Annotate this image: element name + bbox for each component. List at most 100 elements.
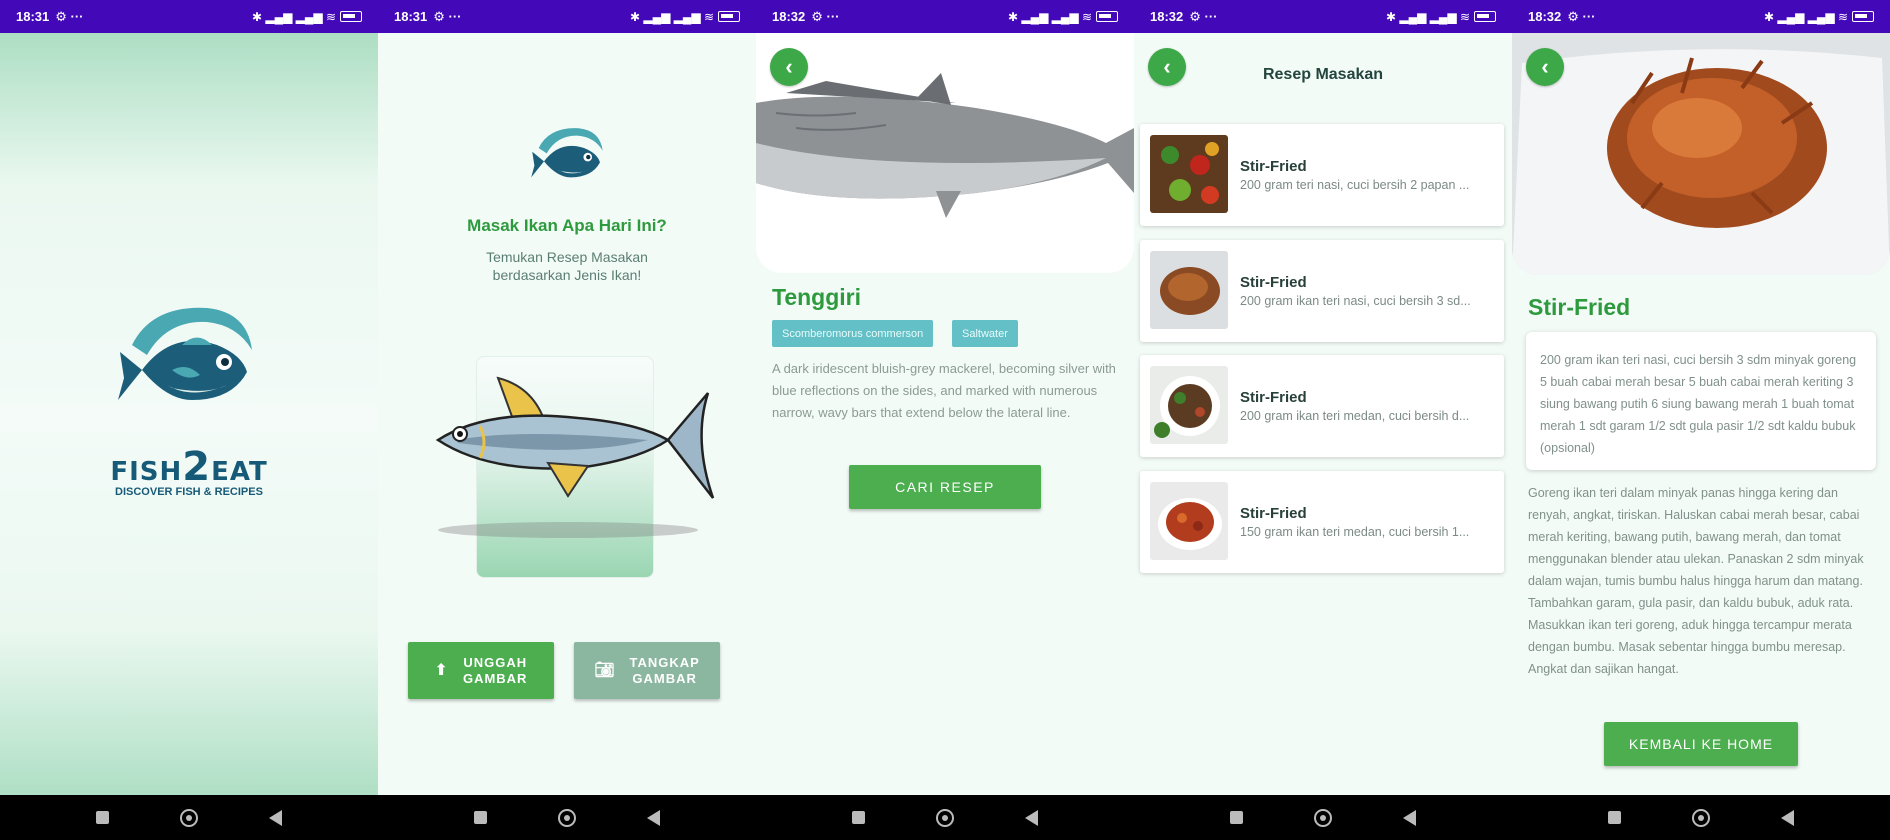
search-recipe-button[interactable]: CARI RESEP — [849, 465, 1041, 509]
status-time: 18:32 — [1528, 9, 1562, 24]
fish2eat-logo-icon — [118, 307, 252, 400]
home-icon[interactable] — [935, 808, 954, 827]
list-item[interactable]: Stir-Fried 150 gram ikan teri medan, cuc… — [1140, 471, 1504, 573]
status-icons-left: ⚙ ··· — [1567, 8, 1596, 24]
recipe-list-title: Resep Masakan — [1262, 66, 1384, 83]
status-icons-right: ✱ ▂▄▆ ▂▄▆ ≋ — [630, 10, 740, 24]
nav-bar — [1134, 795, 1512, 840]
recipe-description: 200 gram ikan teri nasi, cuci bersih 3 s… — [1240, 294, 1471, 308]
battery-icon — [1096, 11, 1118, 22]
battery-icon — [1474, 11, 1496, 22]
recipe-name: Stir-Fried — [1240, 158, 1307, 175]
list-item[interactable]: Stir-Fried 200 gram teri nasi, cuci bers… — [1140, 124, 1504, 226]
list-item[interactable]: Stir-Fried 200 gram ikan teri nasi, cuci… — [1140, 240, 1504, 342]
recipe-description: 200 gram teri nasi, cuci bersih 2 papan … — [1240, 178, 1470, 192]
scientific-name-chip: Scomberomorus commerson — [772, 320, 934, 347]
back-icon[interactable] — [647, 809, 661, 826]
capture-label: TANGKAP GAMBAR — [629, 654, 700, 686]
home-icon[interactable] — [1313, 808, 1332, 827]
capture-image-button[interactable]: 📷︎ TANGKAP GAMBAR — [574, 642, 720, 699]
recipe-list-screen: 18:32 ⚙ ··· ✱ ▂▄▆ ▂▄▆ ≋ ‹ Resep Masakan S… — [1134, 0, 1512, 840]
recipe-thumbnail — [1150, 135, 1228, 213]
battery-icon — [718, 11, 740, 22]
camera-icon: 📷︎ — [594, 661, 616, 679]
splash-screen: 18:31 ⚙ ··· ✱ ▂▄▆ ▂▄▆ ≋ FISH2EAT DISCOVER… — [0, 0, 378, 840]
back-button[interactable]: ‹ — [1526, 48, 1564, 86]
recents-icon[interactable] — [1229, 811, 1243, 824]
recents-icon[interactable] — [473, 811, 487, 824]
status-icons-right: ✱ ▂▄▆ ▂▄▆ ≋ — [1386, 10, 1496, 24]
status-bar: 18:32 ⚙ ··· ✱ ▂▄▆ ▂▄▆ ≋ — [1512, 0, 1890, 33]
nav-bar — [756, 795, 1134, 840]
recents-icon[interactable] — [851, 811, 865, 824]
recipe-description: 150 gram ikan teri medan, cuci bersih 1.… — [1240, 525, 1470, 539]
recipe-name: Stir-Fried — [1240, 389, 1307, 406]
back-icon[interactable] — [1403, 809, 1417, 826]
back-button[interactable]: ‹ — [770, 48, 808, 86]
status-time: 18:32 — [772, 9, 806, 24]
fish-description: A dark iridescent bluish-grey mackerel, … — [772, 361, 1116, 420]
status-icons-left: ⚙ ··· — [433, 8, 462, 24]
recipe-description: 200 gram ikan teri medan, cuci bersih d.… — [1240, 409, 1470, 423]
brand-wordmark: FISH2EAT DISCOVER FISH & RECIPES — [0, 444, 378, 498]
recipe-detail-screen: 18:32 ⚙ ··· ✱ ▂▄▆ ▂▄▆ ≋ ‹ Stir-Fried 200 … — [1512, 0, 1890, 840]
status-icons-right: ✱ ▂▄▆ ▂▄▆ ≋ — [252, 10, 362, 24]
home-subtitle: Temukan Resep Masakan berdasarkan Jenis … — [458, 248, 676, 284]
fried-anchovy-image — [1512, 33, 1890, 275]
home-icon[interactable] — [1691, 808, 1710, 827]
recipe-name: Stir-Fried — [1240, 274, 1307, 291]
list-item[interactable]: Stir-Fried 200 gram ikan teri medan, cuc… — [1140, 355, 1504, 457]
recipe-title: Stir-Fried — [1528, 294, 1631, 320]
recents-icon[interactable] — [1607, 811, 1621, 824]
back-icon[interactable] — [1025, 809, 1039, 826]
status-icons-left: ⚙ ··· — [55, 8, 84, 24]
status-time: 18:32 — [1150, 9, 1184, 24]
habitat-chip: Saltwater — [952, 320, 1018, 347]
brand-name: FISH2EAT — [110, 444, 268, 490]
recipe-thumbnail — [1150, 482, 1228, 560]
chevron-left-icon: ‹ — [785, 54, 793, 79]
fish-photo — [756, 33, 1134, 273]
status-bar: 18:31 ⚙ ··· ✱ ▂▄▆ ▂▄▆ ≋ — [0, 0, 378, 33]
fish-detail-screen: 18:32 ⚙ ··· ✱ ▂▄▆ ▂▄▆ ≋ ‹ Tenggiri Scombe… — [756, 0, 1134, 840]
dish-photo — [1512, 33, 1890, 275]
back-button[interactable]: ‹ — [1148, 48, 1186, 86]
status-icons-right: ✱ ▂▄▆ ▂▄▆ ≋ — [1008, 10, 1118, 24]
battery-icon — [340, 11, 362, 22]
fish-name: Tenggiri — [772, 284, 862, 310]
home-title: Masak Ikan Apa Hari Ini? — [467, 216, 667, 235]
chevron-left-icon: ‹ — [1163, 54, 1171, 79]
mackerel-image — [756, 73, 1134, 218]
status-time: 18:31 — [16, 9, 50, 24]
status-time: 18:31 — [394, 9, 428, 24]
home-icon[interactable] — [179, 808, 198, 827]
status-icons-right: ✱ ▂▄▆ ▂▄▆ ≋ — [1764, 10, 1874, 24]
recents-icon[interactable] — [95, 811, 109, 824]
home-screen: 18:31 ⚙ ··· ✱ ▂▄▆ ▂▄▆ ≋ Masak Ikan Apa Ha… — [378, 0, 756, 840]
recipe-steps: Goreng ikan teri dalam minyak panas hing… — [1528, 486, 1864, 676]
status-icons-left: ⚙ ··· — [811, 8, 840, 24]
back-to-home-button[interactable]: KEMBALI KE HOME — [1604, 722, 1798, 766]
home-icon[interactable] — [557, 808, 576, 827]
nav-bar — [1512, 795, 1890, 840]
recipe-name: Stir-Fried — [1240, 505, 1307, 522]
home-subtitle-line2: berdasarkan Jenis Ikan! — [492, 267, 642, 283]
nav-bar — [0, 795, 378, 840]
back-icon[interactable] — [269, 809, 283, 826]
brand-tagline: DISCOVER FISH & RECIPES — [115, 486, 263, 498]
home-subtitle-line1: Temukan Resep Masakan — [486, 249, 648, 265]
status-icons-left: ⚙ ··· — [1189, 8, 1218, 24]
upload-image-button[interactable]: ⬆ UNGGAH GAMBAR — [408, 642, 554, 699]
fish2eat-logo-icon — [531, 128, 603, 178]
tuna-illustration — [435, 376, 715, 538]
chevron-left-icon: ‹ — [1541, 54, 1549, 79]
upload-icon: ⬆ — [434, 661, 449, 679]
back-icon[interactable] — [1781, 809, 1795, 826]
status-bar: 18:31 ⚙ ··· ✱ ▂▄▆ ▂▄▆ ≋ — [378, 0, 756, 33]
recipe-thumbnail — [1150, 251, 1228, 329]
status-bar: 18:32 ⚙ ··· ✱ ▂▄▆ ▂▄▆ ≋ — [1134, 0, 1512, 33]
ingredients-card: 200 gram ikan teri nasi, cuci bersih 3 s… — [1526, 332, 1876, 470]
nav-bar — [378, 795, 756, 840]
recipe-thumbnail — [1150, 366, 1228, 444]
battery-icon — [1852, 11, 1874, 22]
